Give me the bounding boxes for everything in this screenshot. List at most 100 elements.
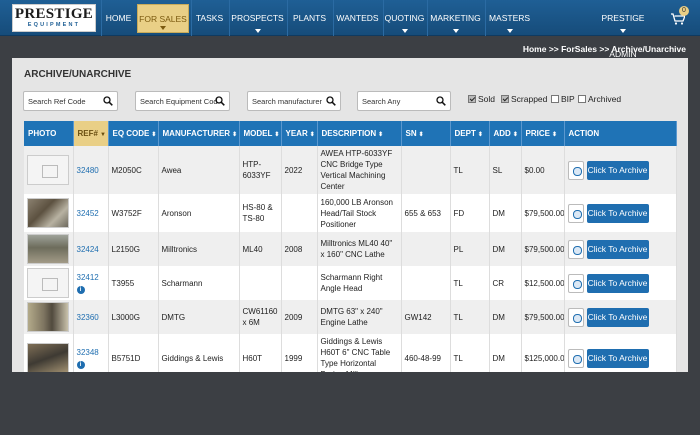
search-icon[interactable] <box>326 96 336 106</box>
ref-cell: 32424 <box>73 232 109 266</box>
checkbox-archived[interactable] <box>578 95 586 103</box>
nav-plants[interactable]: PLANTS <box>287 0 331 36</box>
view-icon[interactable] <box>567 273 584 293</box>
dept-cell: TL <box>450 266 490 300</box>
filter-archived[interactable]: Archived <box>578 93 624 105</box>
price-cell: $0.00 <box>521 146 565 194</box>
equipment-photo[interactable] <box>27 198 69 228</box>
equipment-photo-placeholder[interactable] <box>27 155 69 185</box>
col-price[interactable]: PRICE ⬍ <box>521 121 565 146</box>
sn-cell <box>401 146 451 194</box>
description-cell: DMTG 63" x 240" Engine Lathe <box>317 300 402 334</box>
equipment-photo[interactable] <box>27 302 69 332</box>
manufacturer-cell: Awea <box>158 146 240 194</box>
manufacturer-cell: Aronson <box>158 194 240 232</box>
nav-prospects[interactable]: PROSPECTS <box>229 0 285 36</box>
ref-link[interactable]: 32424 <box>77 245 99 254</box>
sort-icon: ⬍ <box>551 132 557 138</box>
archive-button[interactable]: Click To Archive <box>586 239 649 259</box>
col-dept[interactable]: DEPT ⬍ <box>450 121 490 146</box>
archive-button[interactable]: Click To Archive <box>586 307 649 327</box>
col-year[interactable]: YEAR ⬍ <box>281 121 318 146</box>
ref-link[interactable]: 32360 <box>77 313 99 322</box>
breadcrumb: Home >> ForSales >> Archive/Unarchive <box>522 44 686 54</box>
col-ref-label: REF# <box>77 129 98 138</box>
archive-button[interactable]: Click To Archive <box>586 273 649 293</box>
user-menu[interactable]: PRESTIGE ADMIN <box>588 0 658 59</box>
eq-code-cell: L3000G <box>108 300 159 334</box>
archive-panel: ARCHIVE/UNARCHIVE Sold Scrapped BIP Arch… <box>12 58 688 372</box>
year-cell: 2009 <box>281 300 318 334</box>
eq-code-cell: M2050C <box>108 146 159 194</box>
ref-link[interactable]: 32348 <box>77 348 99 357</box>
ref-link[interactable]: 32412 <box>77 273 99 282</box>
photo-cell <box>24 146 74 194</box>
nav-for-sales[interactable]: FOR SALES <box>137 4 189 33</box>
dept-cell: TL <box>450 146 490 194</box>
chevron-down-icon <box>254 29 261 33</box>
view-icon[interactable] <box>567 203 584 223</box>
prestige-logo[interactable]: PRESTIGE EQUIPMENT <box>12 4 96 32</box>
model-cell: CW61160 x 6M <box>239 300 282 334</box>
view-icon[interactable] <box>567 307 584 327</box>
search-icon[interactable] <box>215 96 225 106</box>
info-icon[interactable]: i <box>76 361 85 369</box>
model-cell <box>239 266 282 300</box>
col-sn[interactable]: SN ⬍ <box>401 121 451 146</box>
year-cell <box>281 266 318 300</box>
ref-link[interactable]: 32480 <box>77 166 99 175</box>
table-row: 32360 L3000G DMTG CW61160 x 6M 2009 DMTG… <box>24 300 677 334</box>
view-icon[interactable] <box>567 239 584 259</box>
search-icon[interactable] <box>103 96 113 106</box>
col-eq-code[interactable]: EQ CODE ⬍ <box>108 121 159 146</box>
sort-desc-icon: ▼ <box>99 132 106 138</box>
col-description[interactable]: DESCRIPTION ⬍ <box>317 121 402 146</box>
nav-for-sales-label: FOR SALES <box>139 14 187 24</box>
col-manufacturer[interactable]: MANUFACTURER ⬍ <box>158 121 240 146</box>
sort-icon: ⬍ <box>512 132 518 138</box>
ref-link[interactable]: 32452 <box>77 209 99 218</box>
equipment-photo[interactable] <box>27 343 69 372</box>
ref-cell: 32480 <box>73 146 109 194</box>
col-model[interactable]: MODEL ⬍ <box>239 121 282 146</box>
add-cell: DM <box>489 300 522 334</box>
sn-cell: GW142 <box>401 300 451 334</box>
archive-button[interactable]: Click To Archive <box>586 348 649 368</box>
view-icon[interactable] <box>567 160 584 180</box>
search-icon[interactable] <box>436 96 446 106</box>
filter-sold[interactable]: Sold <box>468 93 500 105</box>
equipment-photo[interactable] <box>27 234 69 264</box>
dept-cell: FD <box>450 194 490 232</box>
view-icon[interactable] <box>567 348 584 368</box>
equipment-photo-placeholder[interactable] <box>27 268 69 298</box>
checkbox-bip[interactable] <box>551 95 559 103</box>
checkbox-scrapped[interactable] <box>501 95 509 103</box>
sn-cell: 655 & 653 <box>401 194 451 232</box>
logo-subtitle: EQUIPMENT <box>27 22 81 28</box>
archive-button[interactable]: Click To Archive <box>586 160 649 180</box>
description-cell: 160,000 LB Aronson Head/Tail Stock Posit… <box>317 194 402 232</box>
eq-code-cell: L2150G <box>108 232 159 266</box>
col-ref[interactable]: REF# ▼ <box>73 121 109 146</box>
chevron-down-icon <box>401 29 408 33</box>
filter-scrapped[interactable]: Scrapped <box>501 93 547 105</box>
nav-marketing[interactable]: MARKETING <box>427 0 483 36</box>
cart-count-badge: 0 <box>679 6 689 16</box>
nav-wanteds[interactable]: WANTEDS <box>333 0 381 36</box>
table-row: 32480 M2050C Awea HTP-6033YF 2022 AWEA H… <box>24 146 677 194</box>
filter-archived-label: Archived <box>588 94 622 104</box>
nav-tasks[interactable]: TASKS <box>191 0 227 36</box>
info-icon[interactable]: i <box>76 286 85 294</box>
search-any <box>357 91 451 111</box>
col-add[interactable]: ADD ⬍ <box>489 121 522 146</box>
nav-home[interactable]: HOME <box>101 0 135 36</box>
search-manufacturer <box>247 91 341 111</box>
nav-masters[interactable]: MASTERS <box>485 0 533 36</box>
description-cell: Scharmann Right Angle Head <box>317 266 402 300</box>
add-cell: DM <box>489 194 522 232</box>
year-cell: 1999 <box>281 334 318 372</box>
nav-quoting[interactable]: QUOTING <box>383 0 425 36</box>
filter-bip[interactable]: BIP <box>551 93 579 105</box>
archive-button[interactable]: Click To Archive <box>586 203 649 223</box>
checkbox-sold[interactable] <box>468 95 476 103</box>
